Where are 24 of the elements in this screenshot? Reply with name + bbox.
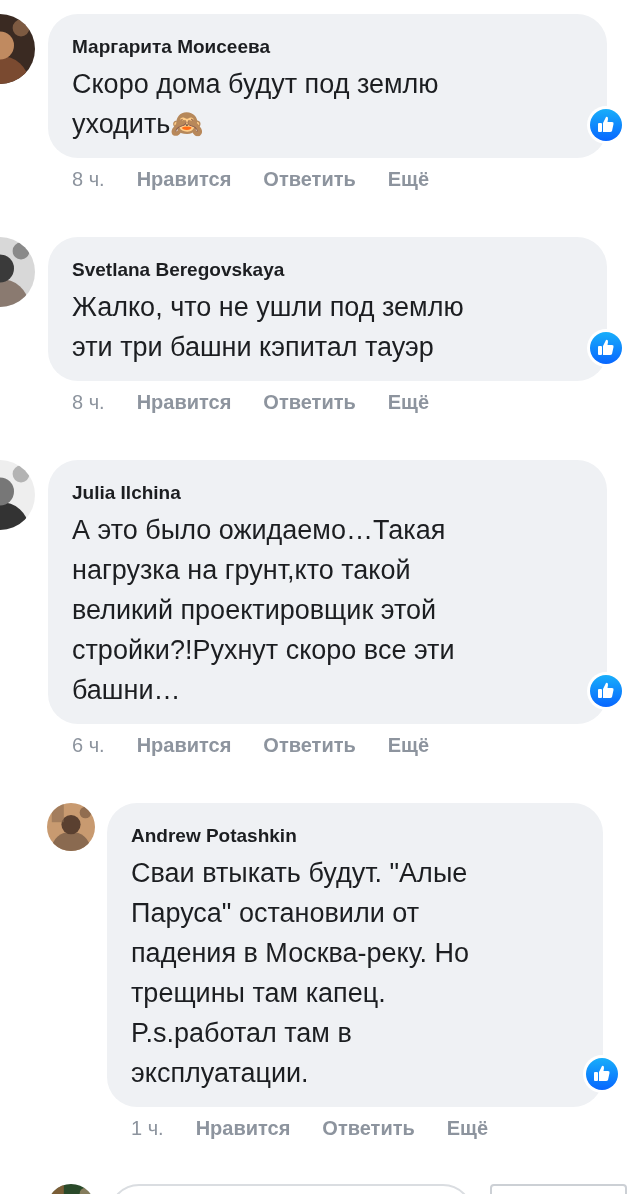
- comment-time: 6 ч.: [72, 734, 105, 757]
- comment-action-link[interactable]: Ответить: [263, 168, 356, 191]
- comment-action-link[interactable]: Ещё: [387, 168, 430, 191]
- comment-text: Сваи втыкать будут. "Алые Паруса" остановили от падения в Москва-реку. Но трещины там капец. P.s.работал там в эксплуатации.: [131, 857, 470, 1090]
- comment-action-link[interactable]: Нравится: [136, 391, 232, 414]
- comment-text: Жалко, что не ушли под землю эти три башни кэпитал тауэр: [72, 291, 465, 364]
- comment-action-link[interactable]: Ещё: [387, 734, 430, 757]
- comment-action-link[interactable]: Ответить: [322, 1117, 415, 1140]
- author-name[interactable]: Julia Ilchina: [72, 480, 583, 506]
- author-name[interactable]: Andrew Potashkin: [131, 823, 579, 849]
- comment-action-link[interactable]: Ответить: [263, 391, 356, 414]
- comment-action-link[interactable]: Нравится: [195, 1117, 291, 1140]
- comment-text: А это было ожидаемо…Такая нагрузка на грунт,кто такой великий проектировщик этой стройки?!Рухнут скоро все эти башни…: [72, 514, 456, 707]
- author-name[interactable]: Svetlana Beregovskaya: [72, 257, 583, 283]
- comment-action-link[interactable]: Нравится: [136, 734, 232, 757]
- comment-time: 8 ч.: [72, 168, 105, 191]
- author-name[interactable]: Маргарита Моисеева: [72, 34, 583, 60]
- comment-action-link[interactable]: Ещё: [387, 391, 430, 414]
- comment-action-link[interactable]: Ещё: [446, 1117, 489, 1140]
- comment-action-link[interactable]: Ответить: [263, 734, 356, 757]
- comment-action-link[interactable]: Нравится: [136, 168, 232, 191]
- comment-time: 1 ч.: [131, 1117, 164, 1140]
- comment-text: Скоро дома будут под землю уходить🙈: [72, 68, 440, 141]
- comment-time: 8 ч.: [72, 391, 105, 414]
